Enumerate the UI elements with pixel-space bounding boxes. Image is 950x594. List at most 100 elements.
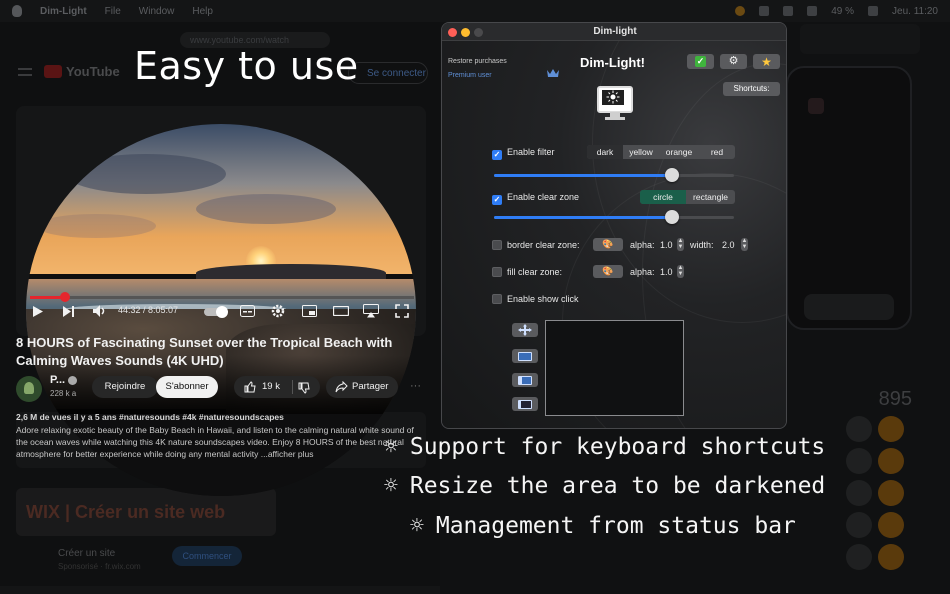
- filter-color-selector[interactable]: dark yellow orange red: [587, 145, 735, 159]
- calculator-key[interactable]: [878, 512, 904, 538]
- play-icon[interactable]: [32, 305, 44, 318]
- zone-preview-area[interactable]: [545, 320, 684, 416]
- window-titlebar[interactable]: Dim-light: [442, 23, 786, 41]
- status-gear-icon[interactable]: [759, 6, 770, 16]
- settings-gear-icon[interactable]: [271, 304, 285, 318]
- menu-app-name[interactable]: Dim-Light: [40, 6, 87, 17]
- palette-icon: 🎨: [602, 239, 614, 249]
- calculator-key[interactable]: [878, 448, 904, 474]
- zone-shape-selector[interactable]: circle rectangle: [640, 190, 735, 204]
- calculator-key[interactable]: [846, 544, 872, 570]
- airplay-icon[interactable]: [363, 304, 379, 318]
- apple-icon[interactable]: [12, 5, 22, 17]
- sun-icon: ☼: [384, 434, 398, 460]
- battery-percent: 49 %: [831, 5, 855, 17]
- rate-button[interactable]: ★: [753, 54, 780, 69]
- border-width-stepper[interactable]: ▲ ▼: [741, 238, 748, 251]
- border-color-button[interactable]: 🎨: [593, 238, 623, 251]
- move-arrows-icon: [518, 324, 532, 336]
- autoplay-toggle-knob: [216, 306, 228, 318]
- app-monitor-icon: [597, 86, 633, 120]
- border-clear-zone-row[interactable]: border clear zone:: [492, 240, 580, 250]
- miniplayer-icon[interactable]: [302, 305, 317, 317]
- fill-clear-zone-row[interactable]: fill clear zone:: [492, 267, 562, 277]
- enable-filter-row[interactable]: ✓ Enable filter: [492, 147, 555, 160]
- volume-icon[interactable]: [92, 304, 108, 318]
- menu-item-window[interactable]: Window: [139, 6, 175, 17]
- fill-alpha-stepper[interactable]: ▲ ▼: [677, 265, 684, 278]
- ad-cta-button[interactable]: Commencer: [172, 546, 242, 566]
- move-zone-button[interactable]: [512, 323, 538, 337]
- menu-item-file[interactable]: File: [105, 6, 121, 17]
- feature-item: ☼ Support for keyboard shortcuts: [384, 434, 825, 460]
- subscribe-button[interactable]: S'abonner: [156, 376, 218, 398]
- zone-slider-knob[interactable]: [664, 210, 679, 224]
- zone-shape-rectangle[interactable]: rectangle: [686, 190, 735, 204]
- settings-button[interactable]: ⚙: [720, 54, 747, 69]
- show-click-checkbox[interactable]: [492, 294, 502, 304]
- menu-item-help[interactable]: Help: [192, 6, 213, 17]
- fill-clear-zone-checkbox[interactable]: [492, 267, 502, 277]
- sign-in-button[interactable]: Se connecter: [348, 62, 428, 84]
- enable-toggle-button[interactable]: ✓: [687, 54, 714, 69]
- description-tags[interactable]: #naturesounds #4k #naturesoundscapes: [119, 412, 284, 422]
- share-button[interactable]: Partager: [326, 376, 398, 398]
- fullscreen-icon[interactable]: [395, 304, 409, 318]
- status-wifi-icon[interactable]: [807, 6, 818, 16]
- calculator-key[interactable]: [846, 448, 872, 474]
- channel-avatar[interactable]: [16, 376, 42, 402]
- fill-clear-zone-label: fill clear zone:: [507, 267, 563, 277]
- video-progress-knob[interactable]: [59, 292, 70, 302]
- zone-center-button[interactable]: [512, 349, 538, 363]
- zone-sidebar-button[interactable]: [512, 397, 538, 411]
- border-alpha-value[interactable]: 1.0: [660, 240, 673, 250]
- enable-clear-zone-row[interactable]: ✓ Enable clear zone: [492, 192, 579, 205]
- join-button[interactable]: Rejoindre: [92, 376, 158, 398]
- restore-purchases-link[interactable]: Restore purchases: [448, 58, 507, 65]
- zone-left-button[interactable]: [512, 373, 538, 387]
- calculator-key[interactable]: [846, 416, 872, 442]
- calculator-key[interactable]: [878, 544, 904, 570]
- filter-option-dark[interactable]: dark: [587, 145, 623, 159]
- like-button[interactable]: 19 k: [234, 376, 320, 398]
- bottom-strip: [0, 586, 440, 594]
- battery-icon[interactable]: [868, 6, 879, 16]
- video-progress-bar[interactable]: [30, 292, 414, 302]
- hamburger-icon[interactable]: [18, 68, 32, 76]
- enable-clear-zone-checkbox[interactable]: ✓: [492, 195, 502, 205]
- menu-clock[interactable]: Jeu. 11:20: [892, 6, 938, 17]
- border-clear-zone-checkbox[interactable]: [492, 240, 502, 250]
- ad-title[interactable]: Créer un site: [58, 548, 115, 559]
- calculator-key[interactable]: [878, 416, 904, 442]
- filter-option-red[interactable]: red: [699, 145, 735, 159]
- status-shield-icon[interactable]: [783, 6, 794, 16]
- calculator-key[interactable]: [878, 480, 904, 506]
- calculator-key[interactable]: [846, 480, 872, 506]
- youtube-logo[interactable]: YouTube: [44, 64, 120, 79]
- autoplay-toggle[interactable]: [204, 306, 228, 318]
- filter-option-yellow[interactable]: yellow: [623, 145, 659, 159]
- status-dimlight-icon[interactable]: [735, 6, 746, 16]
- theater-mode-icon[interactable]: [333, 306, 349, 316]
- filter-intensity-slider[interactable]: [494, 168, 734, 182]
- zone-shape-circle[interactable]: circle: [640, 190, 686, 204]
- subscriber-count: 228 k a: [50, 389, 77, 398]
- enable-filter-checkbox[interactable]: ✓: [492, 150, 502, 160]
- next-icon[interactable]: [62, 305, 75, 318]
- border-width-value[interactable]: 2.0: [722, 240, 735, 250]
- filter-option-orange[interactable]: orange: [659, 145, 699, 159]
- video-description[interactable]: 2,6 M de vues il y a 5 ans #naturesounds…: [16, 412, 426, 460]
- channel-name[interactable]: P...: [50, 374, 65, 386]
- clear-zone-size-slider[interactable]: [494, 210, 734, 224]
- more-actions-icon[interactable]: ···: [410, 380, 421, 392]
- subtitles-icon[interactable]: [240, 305, 255, 317]
- calculator-key[interactable]: [846, 512, 872, 538]
- show-click-row[interactable]: Enable show click: [492, 294, 579, 304]
- fill-color-button[interactable]: 🎨: [593, 265, 623, 278]
- share-label: Partager: [352, 381, 389, 392]
- filter-slider-knob[interactable]: [664, 168, 679, 182]
- fill-alpha-value[interactable]: 1.0: [660, 267, 673, 277]
- thumbs-down-icon[interactable]: [298, 382, 310, 394]
- border-alpha-stepper[interactable]: ▲ ▼: [677, 238, 684, 251]
- shortcuts-button[interactable]: Shortcuts:: [723, 82, 780, 96]
